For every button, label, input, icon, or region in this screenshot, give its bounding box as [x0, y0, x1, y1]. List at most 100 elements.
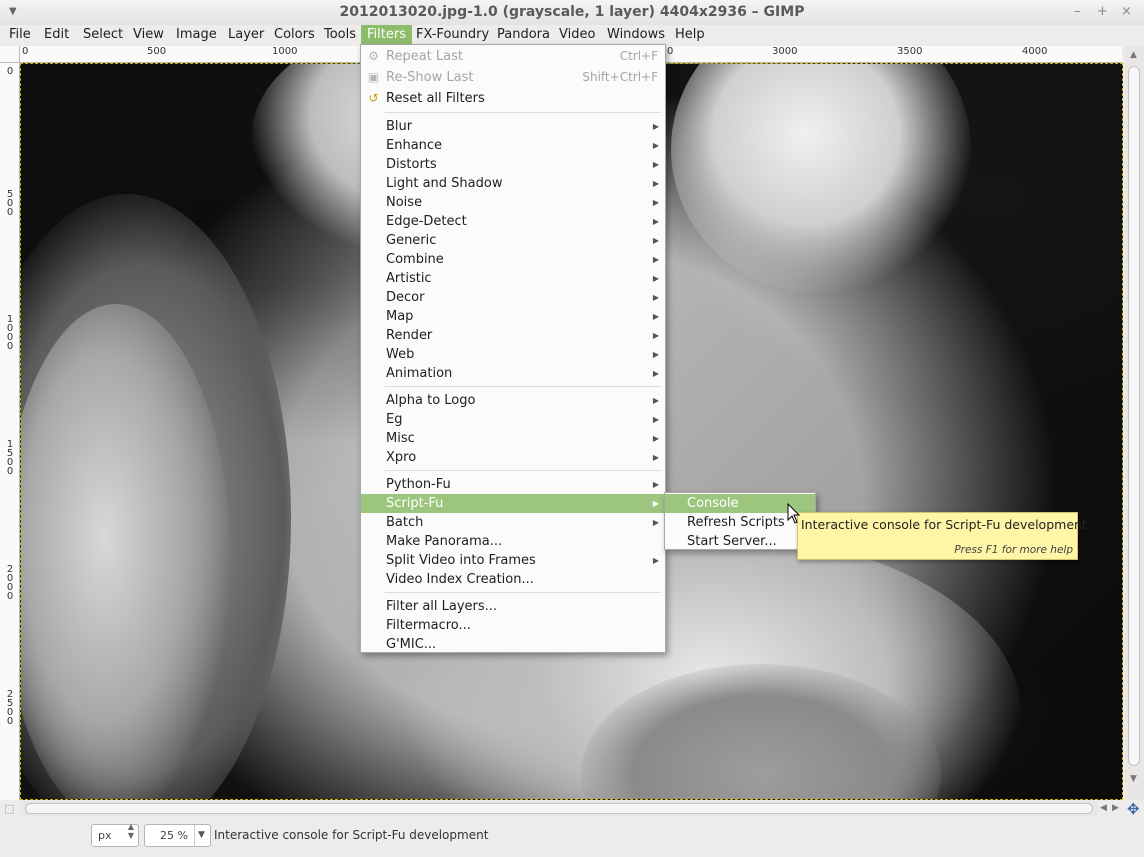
- submenu-arrow-icon: ▶: [652, 453, 659, 462]
- menu-item-xpro[interactable]: Xpro ▶: [361, 448, 665, 467]
- scroll-right-icon[interactable]: ▶: [1112, 803, 1119, 813]
- menu-item-label: Filtermacro...: [386, 618, 471, 633]
- menu-file[interactable]: File: [3, 25, 37, 46]
- submenu-arrow-icon: ▶: [652, 331, 659, 340]
- menu-item-enhance[interactable]: Enhance ▶: [361, 136, 665, 155]
- menu-item-label: Video Index Creation...: [386, 572, 534, 587]
- submenu-arrow-icon: ▶: [652, 556, 659, 565]
- unit-selector[interactable]: px ▲ ▼: [91, 822, 139, 847]
- menu-item-distorts[interactable]: Distorts ▶: [361, 155, 665, 174]
- menu-item-repeat-last[interactable]: ⚙ Repeat Last Ctrl+F: [361, 47, 665, 66]
- menu-video[interactable]: Video: [553, 25, 601, 46]
- menu-item-video-index[interactable]: Video Index Creation...: [361, 570, 665, 589]
- menu-filters[interactable]: Filters: [361, 25, 412, 46]
- menu-item-artistic[interactable]: Artistic ▶: [361, 269, 665, 288]
- ruler-label: 500: [6, 189, 14, 218]
- zoom-field[interactable]: 25 % ▼: [144, 824, 211, 847]
- vertical-ruler[interactable]: 0 500 1000 1500 2000 2500: [0, 63, 20, 800]
- scroll-up-icon[interactable]: ▲: [1130, 50, 1137, 60]
- ruler-corner[interactable]: [0, 46, 20, 63]
- ruler-label: 0: [667, 46, 674, 57]
- scroll-left-icon[interactable]: ◀: [1100, 803, 1107, 813]
- submenu-arrow-icon: ▶: [652, 396, 659, 405]
- menu-item-render[interactable]: Render ▶: [361, 326, 665, 345]
- menu-item-filter-all-layers[interactable]: Filter all Layers...: [361, 597, 665, 616]
- submenu-arrow-icon: ▶: [652, 499, 659, 508]
- menu-item-noise[interactable]: Noise ▶: [361, 193, 665, 212]
- menu-item-batch[interactable]: Batch ▶: [361, 513, 665, 532]
- zoom-value: 25 %: [160, 829, 188, 842]
- menu-item-label: Enhance: [386, 138, 443, 153]
- chevron-down-icon[interactable]: ▼: [194, 825, 208, 846]
- menu-windows[interactable]: Windows: [601, 25, 671, 46]
- menu-item-light-and-shadow[interactable]: Light and Shadow ▶: [361, 174, 665, 193]
- menu-view[interactable]: View: [127, 25, 170, 46]
- menu-item-map[interactable]: Map ▶: [361, 307, 665, 326]
- vertical-scroll-thumb[interactable]: [1128, 66, 1140, 766]
- menu-separator: [385, 112, 661, 113]
- submenu-arrow-icon: ▶: [652, 434, 659, 443]
- quick-mask-icon[interactable]: ⬚: [4, 802, 14, 815]
- status-bar: px ▲ ▼ 25 % ▼ Interactive console for Scr…: [0, 818, 1144, 857]
- menu-item-decor[interactable]: Decor ▶: [361, 288, 665, 307]
- menu-item-label: Batch: [386, 515, 424, 530]
- menu-tools[interactable]: Tools: [318, 25, 362, 46]
- menu-separator: [385, 386, 661, 387]
- vertical-scrollbar[interactable]: ▲ ▼: [1125, 46, 1144, 800]
- menu-item-label: Noise: [386, 195, 423, 210]
- menu-item-label: Decor: [386, 290, 425, 305]
- menu-item-label: G'MIC...: [386, 637, 437, 652]
- menu-item-generic[interactable]: Generic ▶: [361, 231, 665, 250]
- menu-item-label: Make Panorama...: [386, 534, 503, 549]
- menu-item-eg[interactable]: Eg ▶: [361, 410, 665, 429]
- menu-bar: File Edit Select View Image Layer Colors…: [0, 25, 1144, 46]
- close-button[interactable]: ×: [1121, 4, 1132, 19]
- ruler-label: 2500: [6, 689, 14, 727]
- menu-item-combine[interactable]: Combine ▶: [361, 250, 665, 269]
- menu-colors[interactable]: Colors: [268, 25, 321, 46]
- menu-item-web[interactable]: Web ▶: [361, 345, 665, 364]
- menu-item-label: Eg: [386, 412, 403, 427]
- menu-fx-foundry[interactable]: FX-Foundry: [410, 25, 495, 46]
- menu-item-filtermacro[interactable]: Filtermacro...: [361, 616, 665, 635]
- menu-item-python-fu[interactable]: Python-Fu ▶: [361, 475, 665, 494]
- menu-item-label: Split Video into Frames: [386, 553, 536, 568]
- menu-item-blur[interactable]: Blur ▶: [361, 117, 665, 136]
- menu-item-label: Alpha to Logo: [386, 393, 476, 408]
- tooltip: Interactive console for Script-Fu develo…: [797, 512, 1087, 560]
- submenu-arrow-icon: ▶: [652, 141, 659, 150]
- menu-item-label: Animation: [386, 366, 453, 381]
- reset-icon: ↺: [368, 91, 379, 105]
- menu-item-re-show-last[interactable]: ▣ Re-Show Last Shift+Ctrl+F: [361, 68, 665, 87]
- menu-help[interactable]: Help: [669, 25, 711, 46]
- menu-item-split-video[interactable]: Split Video into Frames ▶: [361, 551, 665, 570]
- menu-item-make-panorama[interactable]: Make Panorama...: [361, 532, 665, 551]
- menu-image[interactable]: Image: [170, 25, 223, 46]
- horizontal-scroll-thumb[interactable]: [25, 803, 1093, 814]
- submenu-arrow-icon: ▶: [652, 236, 659, 245]
- menu-item-reset-all-filters[interactable]: ↺ Reset all Filters: [361, 89, 665, 108]
- menu-separator: [385, 592, 661, 593]
- scroll-down-icon[interactable]: ▼: [1130, 774, 1137, 784]
- menu-item-gmic[interactable]: G'MIC...: [361, 635, 665, 654]
- menu-item-label: Refresh Scripts: [687, 515, 785, 530]
- menu-pandora[interactable]: Pandora: [491, 25, 556, 46]
- menu-edit[interactable]: Edit: [38, 25, 75, 46]
- navigate-icon[interactable]: ✥: [1127, 800, 1140, 818]
- menu-select[interactable]: Select: [77, 25, 129, 46]
- menu-layer[interactable]: Layer: [222, 25, 270, 46]
- minimize-button[interactable]: –: [1074, 4, 1081, 19]
- menu-item-animation[interactable]: Animation ▶: [361, 364, 665, 383]
- menu-item-label: Re-Show Last: [386, 70, 474, 85]
- submenu-arrow-icon: ▶: [652, 415, 659, 424]
- menu-item-edge-detect[interactable]: Edge-Detect ▶: [361, 212, 665, 231]
- maximize-button[interactable]: +: [1097, 4, 1108, 19]
- horizontal-scrollbar[interactable]: [20, 801, 1098, 816]
- menu-item-alpha-to-logo[interactable]: Alpha to Logo ▶: [361, 391, 665, 410]
- ruler-label: 1000: [272, 46, 298, 57]
- menu-item-start-server[interactable]: Start Server...: [665, 532, 815, 551]
- menu-item-label: Console: [687, 496, 739, 511]
- menu-item-script-fu[interactable]: Script-Fu ▶: [361, 494, 665, 513]
- menu-item-misc[interactable]: Misc ▶: [361, 429, 665, 448]
- menu-item-label: Reset all Filters: [386, 91, 485, 106]
